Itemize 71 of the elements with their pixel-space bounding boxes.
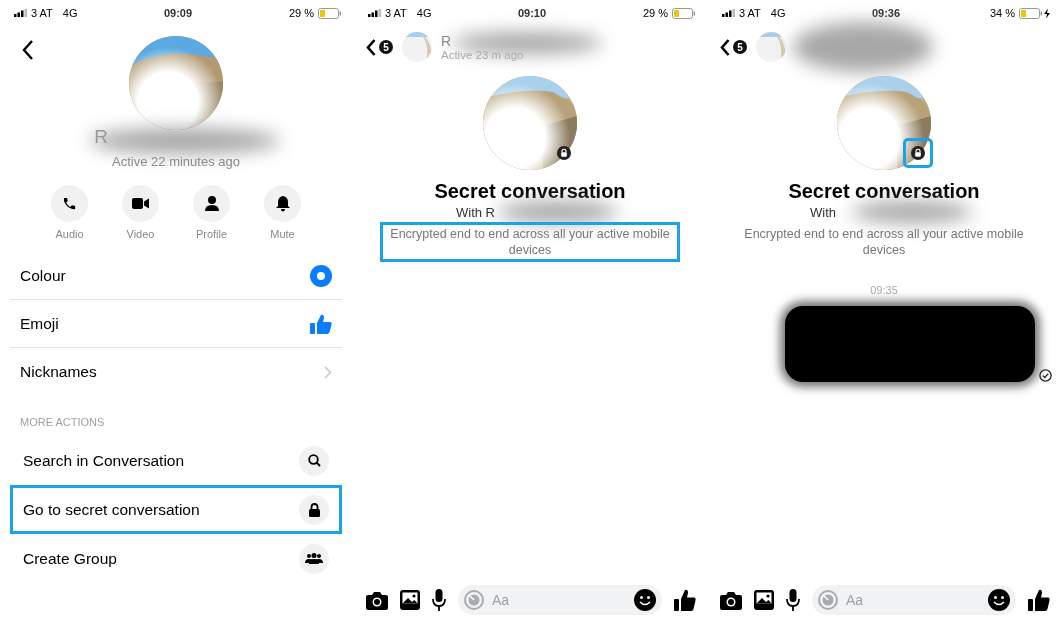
settings-row[interactable]: Nicknames <box>10 348 342 396</box>
timer-icon <box>464 590 484 610</box>
action-row[interactable]: Create Group <box>10 534 342 583</box>
unread-badge: 5 <box>733 40 747 54</box>
smiley-icon[interactable] <box>634 589 656 611</box>
profile-button[interactable] <box>193 185 230 222</box>
message-field[interactable]: Aa <box>458 585 662 615</box>
back-icon[interactable] <box>720 38 730 56</box>
encryption-notice: Encrypted end to end across all your active mobile devices <box>380 222 680 262</box>
signal-icon <box>14 9 27 17</box>
battery-percent: 29 % <box>288 7 314 19</box>
with-label: With <box>810 205 836 220</box>
message-input[interactable]: Aa <box>844 591 982 609</box>
thumbs-up-icon[interactable] <box>674 589 696 611</box>
carrier-label: 3 AT <box>385 7 407 19</box>
image-icon[interactable] <box>754 590 774 610</box>
timer-icon <box>818 590 838 610</box>
colour-dot-icon <box>310 264 332 287</box>
audio-button[interactable] <box>51 185 88 222</box>
back-icon[interactable] <box>22 40 34 60</box>
settings-row[interactable]: Emoji <box>10 300 342 348</box>
active-status: Active 22 minutes ago <box>112 154 240 169</box>
search-icon <box>307 454 321 467</box>
encryption-notice: Encrypted end to end across all your active mobile devices <box>743 226 1025 259</box>
clock-time: 09:09 <box>163 7 193 19</box>
signal-icon <box>368 9 381 17</box>
clock-time: 09:36 <box>871 7 901 19</box>
action-label: Video <box>126 228 155 240</box>
bell-icon <box>275 195 290 212</box>
thumbs-up-icon[interactable] <box>1028 589 1050 611</box>
carrier-label: 3 AT <box>739 7 761 19</box>
network-label: 4G <box>770 7 786 19</box>
conversation-title: Secret conversation <box>434 180 626 203</box>
smiley-icon[interactable] <box>988 589 1010 611</box>
action-label: Profile <box>195 228 228 240</box>
contact-name: R <box>94 126 108 148</box>
action-label: Audio <box>55 228 84 240</box>
group-icon <box>305 553 323 564</box>
network-label: 4G <box>62 7 78 19</box>
message-timestamp: 09:35 <box>870 284 898 296</box>
network-label: 4G <box>416 7 432 19</box>
signal-icon <box>722 9 735 17</box>
contact-name: R <box>441 33 453 49</box>
image-icon[interactable] <box>400 590 420 610</box>
person-icon <box>204 196 219 211</box>
battery-percent: 29 % <box>642 7 668 19</box>
back-icon[interactable] <box>366 38 376 56</box>
battery-percent: 34 % <box>989 7 1015 19</box>
message-input[interactable]: Aa <box>490 591 628 609</box>
thumbs-up-icon <box>310 313 332 334</box>
video-camera-icon <box>132 198 149 209</box>
lock-icon <box>308 502 320 517</box>
message-field[interactable]: Aa <box>812 585 1016 615</box>
phone-icon <box>62 196 77 211</box>
microphone-icon[interactable] <box>786 589 800 611</box>
with-label: With R <box>456 205 495 220</box>
conversation-title: Secret conversation <box>788 180 980 203</box>
video-button[interactable] <box>122 185 159 222</box>
clock-time: 09:10 <box>517 7 547 19</box>
carrier-label: 3 AT <box>31 7 53 19</box>
action-row[interactable]: Go to secret conversation <box>10 485 342 534</box>
microphone-icon[interactable] <box>432 589 446 611</box>
camera-icon[interactable] <box>720 590 742 610</box>
action-label: Mute <box>270 228 295 240</box>
action-row[interactable]: Search in Conversation <box>10 436 342 485</box>
unread-badge: 5 <box>379 40 393 54</box>
camera-icon[interactable] <box>366 590 388 610</box>
settings-row[interactable]: Colour <box>10 252 342 300</box>
chevron-right-icon <box>324 365 332 379</box>
section-heading: MORE ACTIONS <box>20 416 106 428</box>
mute-button[interactable] <box>264 185 301 222</box>
